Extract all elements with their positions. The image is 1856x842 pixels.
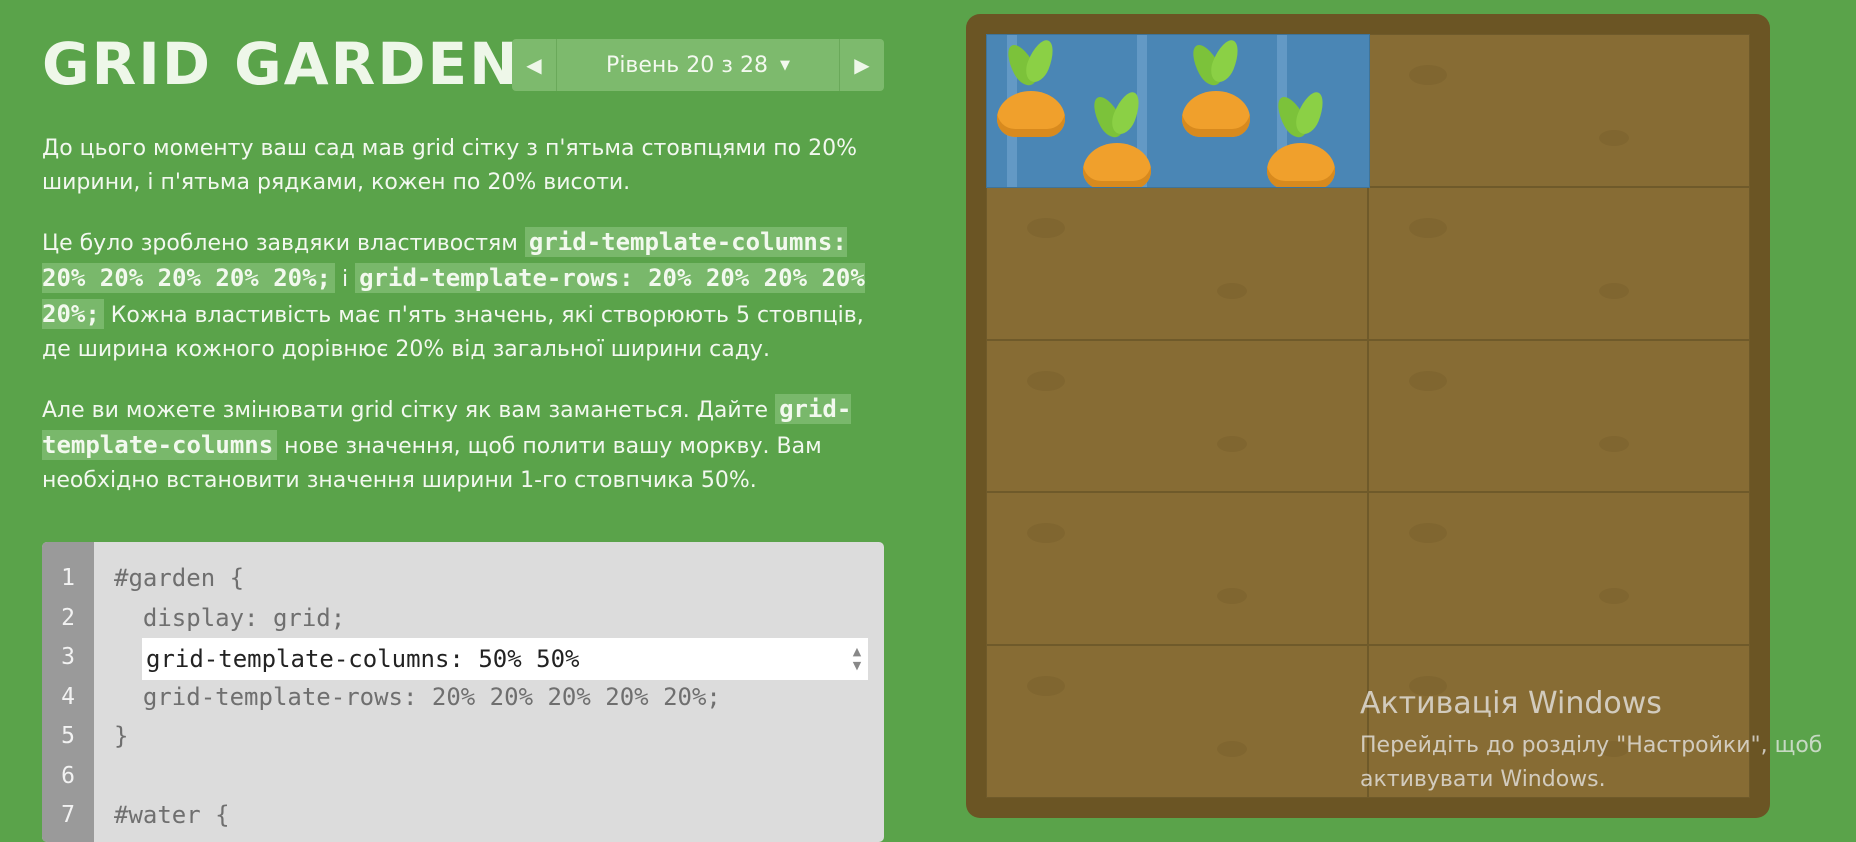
previous-level-button[interactable]: ◀ xyxy=(512,39,557,91)
code-line: display: grid; xyxy=(114,603,346,632)
line-number: 1 xyxy=(61,565,75,591)
carrot-icon xyxy=(995,36,1067,139)
line-number: 3 xyxy=(61,644,75,670)
level-label: Рівень 20 з 28 xyxy=(606,52,768,78)
water-area xyxy=(986,34,1370,188)
windows-activation-watermark: Активація Windows Перейдіть до розділу "… xyxy=(1360,686,1830,797)
code-lines: #garden { display: grid; grid-template-r… xyxy=(114,559,884,836)
line-number: 5 xyxy=(61,723,75,749)
soil-plot xyxy=(986,492,1368,646)
code-input-wrapper: ▲ ▼ xyxy=(142,637,868,681)
css-code-input[interactable] xyxy=(142,637,846,681)
next-level-button[interactable]: ▶ xyxy=(839,39,884,91)
level-navigator: ◀ Рівень 20 з 28 ▼ ▶ xyxy=(512,39,884,91)
watermark-title: Активація Windows xyxy=(1360,686,1662,721)
spin-down-icon: ▼ xyxy=(852,659,862,672)
instruction-paragraph-3: Але ви можете змінювати grid сітку як ва… xyxy=(42,392,882,498)
line-number: 2 xyxy=(61,604,75,631)
code-line: grid-template-rows: 20% 20% 20% 20% 20%; xyxy=(114,682,721,711)
level-dropdown[interactable]: Рівень 20 з 28 ▼ xyxy=(557,39,839,91)
carrot-icon xyxy=(1180,36,1252,139)
instruction-paragraph-1: До цього моменту ваш сад мав grid сітку … xyxy=(42,136,858,195)
text-segment: і xyxy=(334,267,356,292)
code-line: } xyxy=(114,722,129,750)
soil-plot xyxy=(1368,34,1750,187)
carrot-icon xyxy=(1265,88,1337,187)
line-number: 7 xyxy=(61,802,75,828)
watermark-subtitle: Перейдіть до розділу "Настройки", щоб ак… xyxy=(1360,733,1823,792)
code-line: #water { xyxy=(114,801,230,829)
resize-spinner[interactable]: ▲ ▼ xyxy=(846,645,868,673)
soil-plot xyxy=(1368,186,1750,340)
carrot-icon xyxy=(1081,88,1153,187)
spin-up-icon: ▲ xyxy=(852,645,862,658)
soil-plot xyxy=(1368,492,1750,646)
soil-plot xyxy=(986,186,1368,340)
soil-plot xyxy=(1368,339,1750,493)
arrow-right-icon: ▶ xyxy=(854,53,870,77)
page-title: GRID GARDEN xyxy=(42,30,520,98)
line-number: 6 xyxy=(61,762,75,789)
soil-plot xyxy=(986,339,1368,493)
line-number: 4 xyxy=(61,683,75,710)
text-segment: Кожна властивість має п'ять значень, які… xyxy=(42,303,864,362)
instruction-paragraph-2: Це було зроблено завдяки властивостям gr… xyxy=(42,225,882,367)
arrow-left-icon: ◀ xyxy=(526,53,542,77)
instructions: До цього моменту ваш сад мав grid сітку … xyxy=(42,132,882,523)
soil-plot xyxy=(986,645,1368,798)
code-editor: 1 2 3 4 5 6 7 #garden { display: grid; g… xyxy=(42,542,884,842)
code-line: #garden { xyxy=(114,564,245,592)
line-number-gutter: 1 2 3 4 5 6 7 xyxy=(42,542,94,842)
text-segment: Але ви можете змінювати grid сітку як ва… xyxy=(42,398,776,423)
caret-down-icon: ▼ xyxy=(779,57,790,73)
text-segment: Це було зроблено завдяки властивостям xyxy=(42,231,525,256)
